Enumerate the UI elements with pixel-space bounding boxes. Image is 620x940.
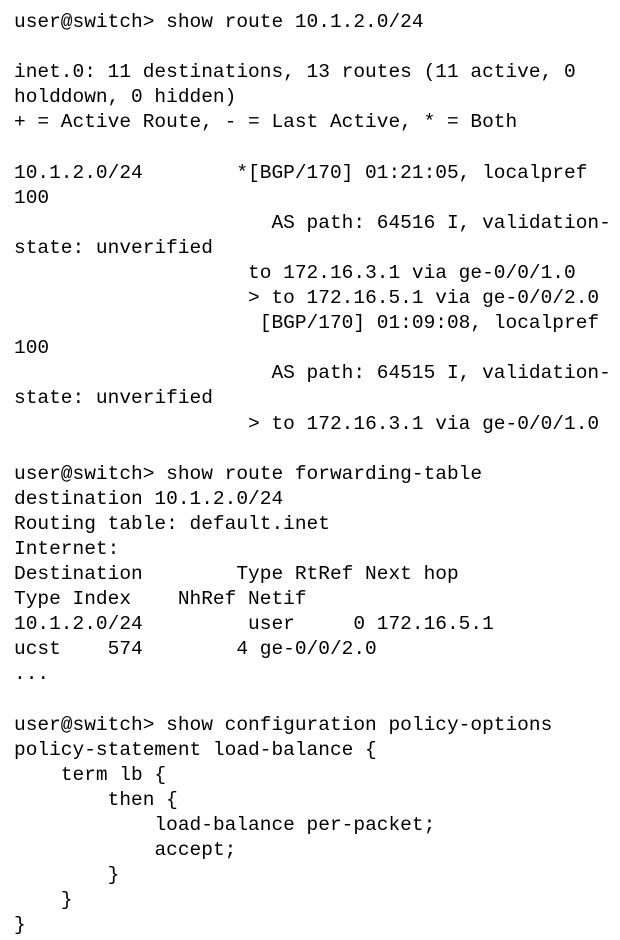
- command-line-forwarding-table: user@switch> show route forwarding-table…: [14, 462, 494, 510]
- route-legend-line: + = Active Route, - = Last Active, * = B…: [14, 111, 518, 134]
- route-as-path-1: AS path: 64516 I, validation-state: unve…: [14, 211, 611, 259]
- route-entry-header-1: 10.1.2.0/24 *[BGP/170] 01:21:05, localpr…: [14, 161, 600, 209]
- command-line-show-configuration: user@switch> show configuration policy-o…: [14, 713, 553, 736]
- config-policy-statement-close: }: [14, 914, 26, 937]
- route-next-hop-1a: to 172.16.3.1 via ge-0/0/1.0: [14, 261, 576, 284]
- forwarding-family-line: Internet:: [14, 537, 120, 560]
- config-action-accept: accept;: [14, 839, 237, 862]
- config-then-close: }: [14, 864, 120, 887]
- config-policy-statement-open: policy-statement load-balance {: [14, 738, 377, 761]
- route-as-path-2: AS path: 64515 I, validation-state: unve…: [14, 362, 611, 410]
- config-action-load-balance: load-balance per-packet;: [14, 814, 436, 836]
- route-next-hop-1b: > to 172.16.5.1 via ge-0/0/2.0: [14, 287, 600, 310]
- route-entry-header-2: [BGP/170] 01:09:08, localpref 100: [14, 312, 611, 360]
- terminal-output: user@switch> show route 10.1.2.0/24 inet…: [0, 0, 620, 940]
- config-then-open: then {: [14, 788, 178, 811]
- forwarding-routing-table-line: Routing table: default.inet: [14, 512, 330, 535]
- forwarding-truncation-marker: ...: [14, 663, 50, 686]
- config-term-open: term lb {: [14, 763, 167, 786]
- forwarding-table-row: 10.1.2.0/24 user 0 172.16.5.1 ucst 574 4…: [14, 613, 588, 661]
- route-summary-line: inet.0: 11 destinations, 13 routes (11 a…: [14, 61, 588, 109]
- config-term-close: }: [14, 889, 73, 912]
- forwarding-table-header: Destination Type RtRef Next hop Type Ind…: [14, 563, 588, 611]
- command-line-show-route: user@switch> show route 10.1.2.0/24: [14, 11, 424, 33]
- route-next-hop-2a: > to 172.16.3.1 via ge-0/0/1.0: [14, 412, 600, 435]
